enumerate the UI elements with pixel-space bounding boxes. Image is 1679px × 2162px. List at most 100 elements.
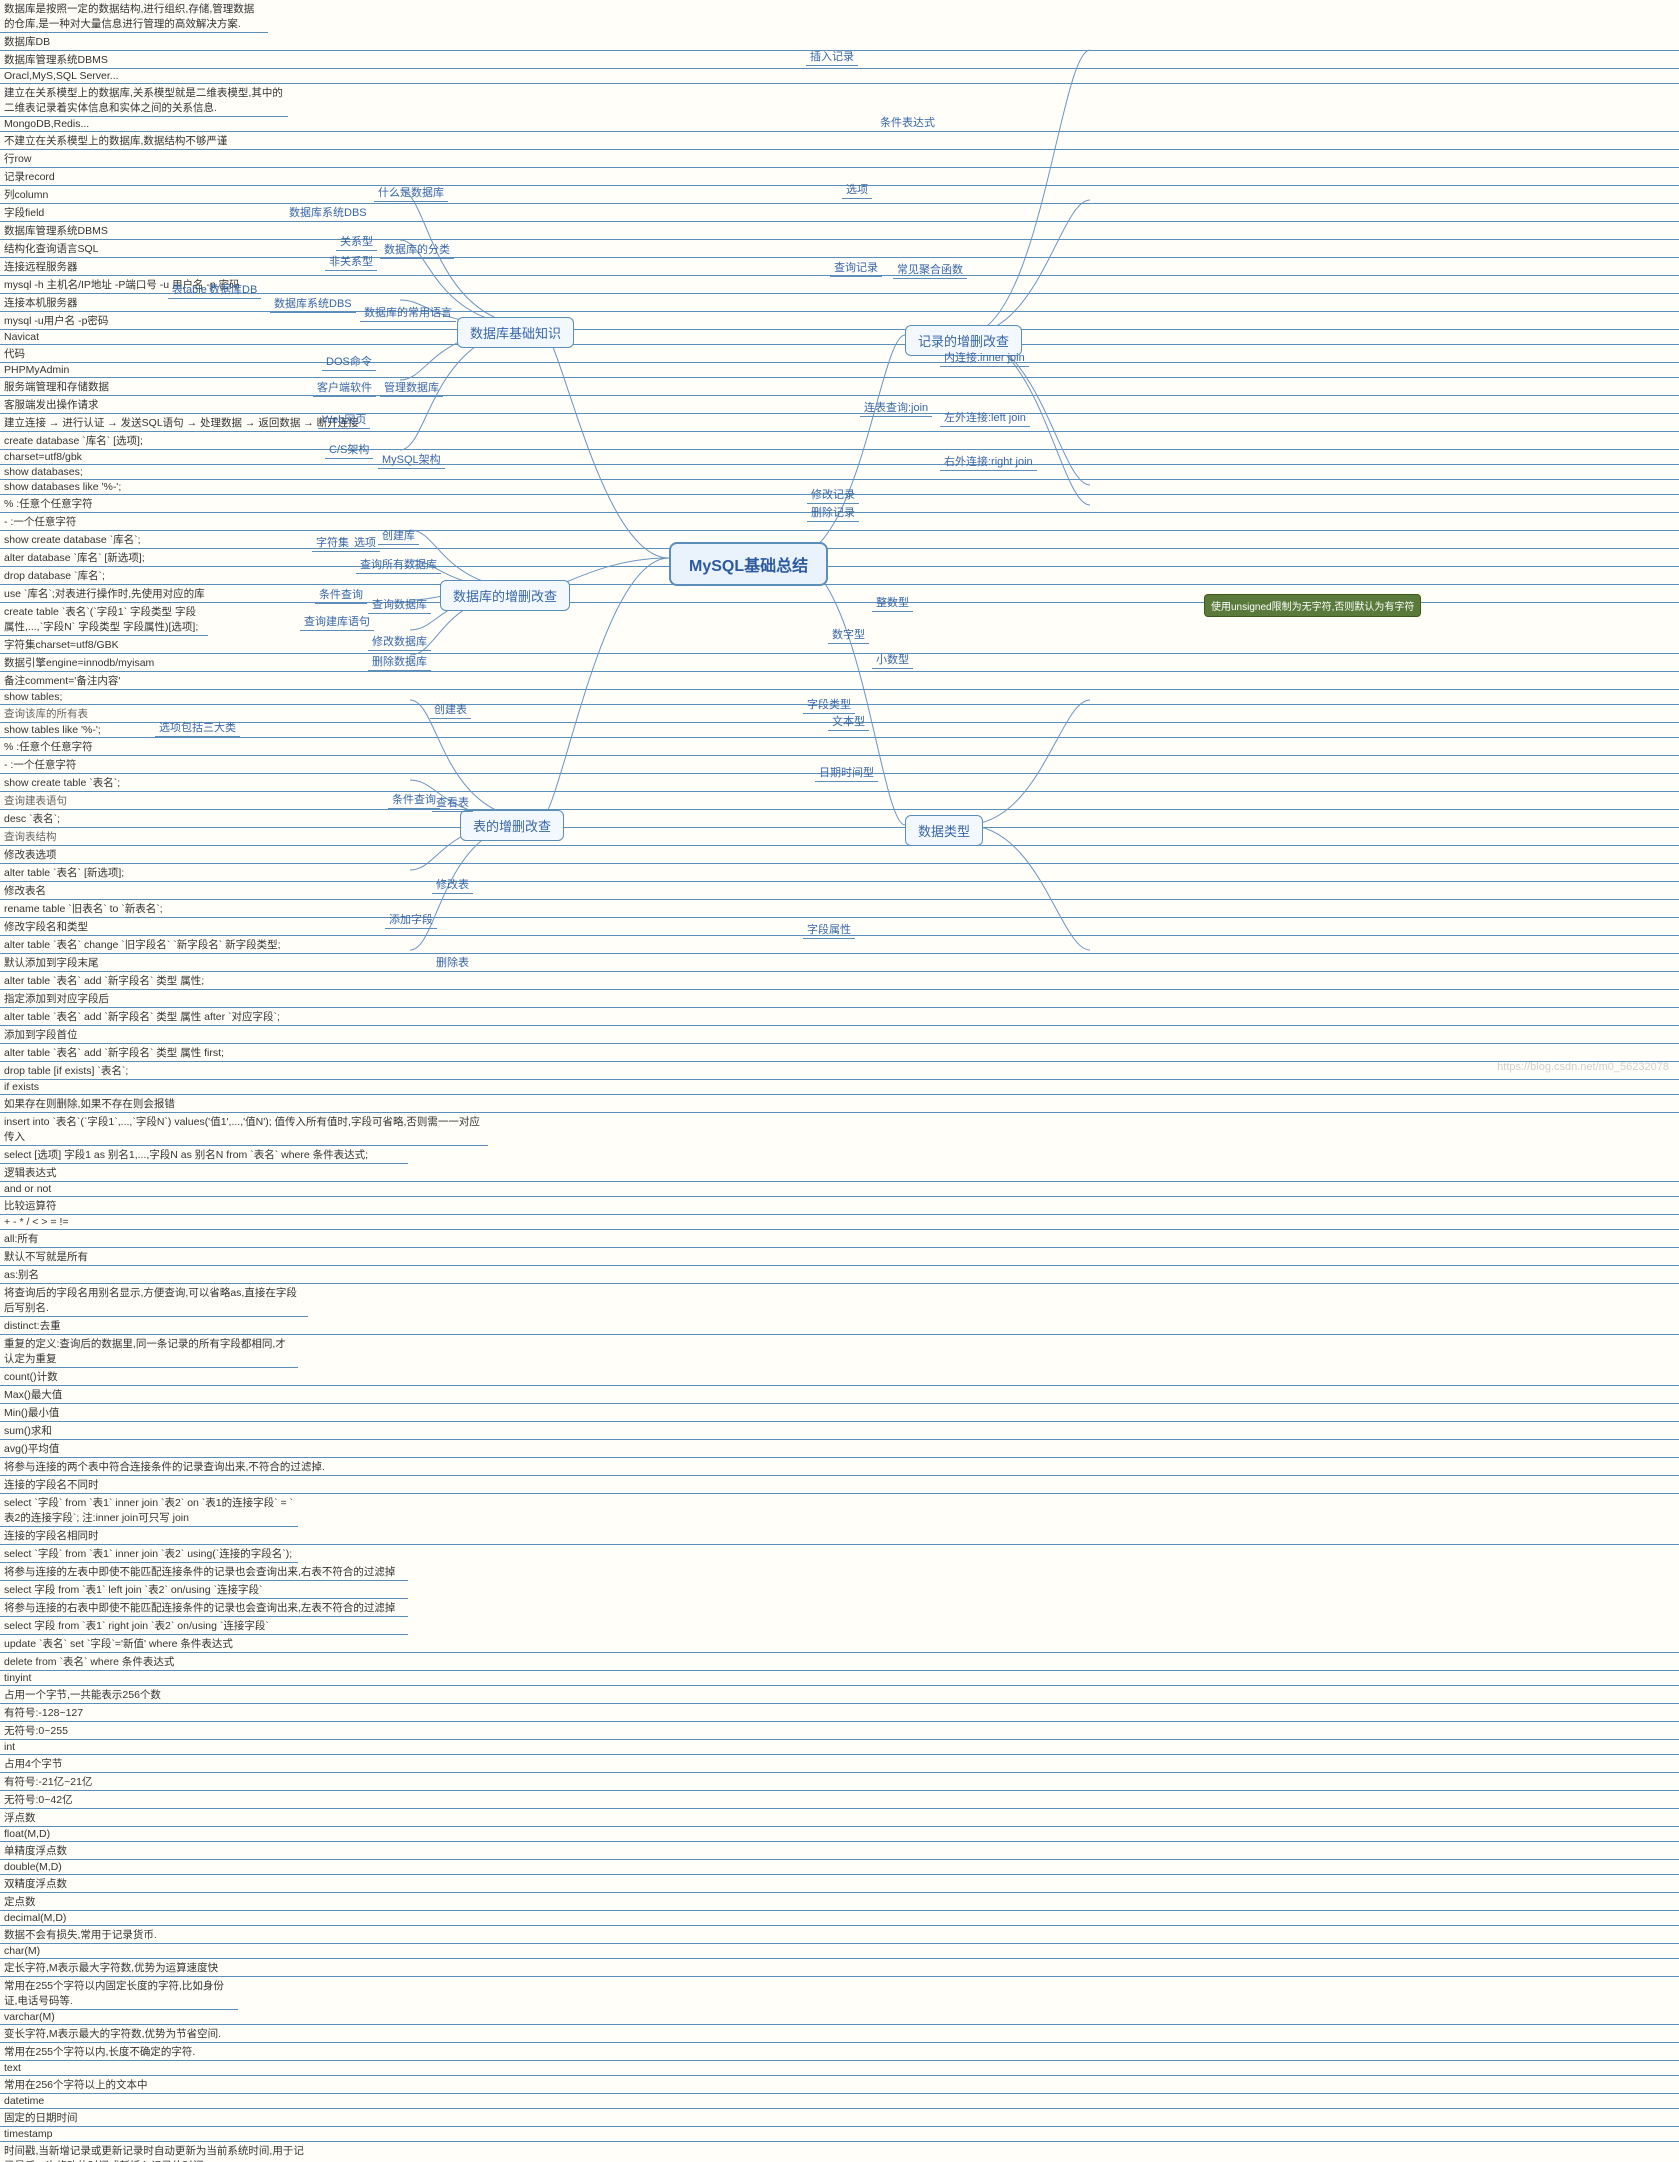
node[interactable]: 创建表 <box>430 700 471 719</box>
leaf: sum()求和 <box>0 1422 1679 1440</box>
node[interactable]: 条件查询 <box>315 585 367 604</box>
leaf: 有符号:-128~127 <box>0 1704 1679 1722</box>
node[interactable]: 关系型 <box>336 232 377 251</box>
node[interactable]: 创建库 <box>378 526 419 545</box>
leaf: Navicat <box>0 330 1679 345</box>
branch-db-crud[interactable]: 数据库的增删改查 <box>440 580 570 611</box>
node[interactable]: 查询所有数据库 <box>356 555 441 574</box>
node[interactable]: 数字型 <box>828 625 869 644</box>
leaf: datetime <box>0 2094 1679 2109</box>
node[interactable]: 条件表达式 <box>876 113 939 132</box>
leaf: 常用在255个字符以内,长度不确定的字符. <box>0 2043 1679 2061</box>
leaf: varchar(M) <box>0 2010 1679 2025</box>
node[interactable]: Web网页 <box>318 410 370 429</box>
leaf: 默认不写就是所有 <box>0 1248 1679 1266</box>
leaf: % :任意个任意字符 <box>0 738 1679 756</box>
branch-table-crud[interactable]: 表的增删改查 <box>460 810 564 841</box>
leaf: 比较运算符 <box>0 1197 1679 1215</box>
leaf: text <box>0 2061 1679 2076</box>
leaf: alter table `表名` add `新字段名` 类型 属性 first; <box>0 1044 1679 1062</box>
node[interactable]: 连表查询:join <box>860 398 932 417</box>
leaf: 指定添加到对应字段后 <box>0 990 1679 1008</box>
node[interactable]: DOS命令 <box>322 352 376 371</box>
leaf: select `字段` from `表1` inner join `表2` us… <box>0 1545 298 1563</box>
node[interactable]: 数据库的常用语言 <box>360 303 456 322</box>
node[interactable]: 左外连接:left join <box>940 408 1030 427</box>
leaf: select `字段` from `表1` inner join `表2` on… <box>0 1494 298 1527</box>
node[interactable]: 删除表 <box>432 953 473 972</box>
branch-db-basics[interactable]: 数据库基础知识 <box>457 317 574 348</box>
leaf: mysql -u用户名 -p密码 <box>0 312 1679 330</box>
leaf: rename table `旧表名` to `新表名`; <box>0 900 1679 918</box>
leaf: 客服端发出操作请求 <box>0 396 1679 414</box>
node[interactable]: 选项 <box>842 180 872 199</box>
leaf: int <box>0 1740 1679 1755</box>
leaf: 代码 <box>0 345 1679 363</box>
leaf: select 字段 from `表1` left join `表2` on/us… <box>0 1581 408 1599</box>
node[interactable]: 字段属性 <box>803 920 855 939</box>
leaf: distinct:去重 <box>0 1317 1679 1335</box>
root-node[interactable]: MySQL基础总结 <box>669 542 828 586</box>
node[interactable]: 查询记录 <box>830 258 882 277</box>
node[interactable]: 条件查询 <box>388 790 440 809</box>
leaf: 数据引擎engine=innodb/myisam <box>0 654 1679 672</box>
watermark: https://blog.csdn.net/m0_56232078 <box>1497 1061 1669 1073</box>
leaf: 结构化查询语言SQL <box>0 240 1679 258</box>
leaf: drop table [if exists] `表名`; <box>0 1062 1679 1080</box>
tip-unsigned: 使用unsigned限制为无字符,否则默认为有字符 <box>1204 594 1421 617</box>
node[interactable]: 非关系型 <box>325 252 377 271</box>
node[interactable]: 右外连接:right join <box>940 452 1037 471</box>
leaf: Max()最大值 <box>0 1386 1679 1404</box>
node[interactable]: MySQL架构 <box>378 450 445 469</box>
node[interactable]: 删除数据库 <box>368 652 431 671</box>
node[interactable]: 查询数据库 <box>368 595 431 614</box>
node[interactable]: 数据库系统DBS <box>285 203 371 222</box>
leaf: create database `库名` [选项]; <box>0 432 1679 450</box>
node[interactable]: 日期时间型 <box>815 763 878 782</box>
leaf: 建立连接 → 进行认证 → 发送SQL语句 → 处理数据 → 返回数据 → 断开… <box>0 414 1679 432</box>
branch-data-types[interactable]: 数据类型 <box>905 815 983 846</box>
node[interactable]: 小数型 <box>872 650 913 669</box>
node[interactable]: 什么是数据库 <box>374 183 448 202</box>
node[interactable]: 表table <box>168 280 211 299</box>
node[interactable]: 查询建库语句 <box>300 612 374 631</box>
leaf: all:所有 <box>0 1230 1679 1248</box>
leaf: drop database `库名`; <box>0 567 1679 585</box>
leaf: alter table `表名` add `新字段名` 类型 属性 after … <box>0 1008 1679 1026</box>
leaf: 记录record <box>0 168 1679 186</box>
node[interactable]: 文本型 <box>828 712 869 731</box>
node[interactable]: 修改数据库 <box>368 632 431 651</box>
node[interactable]: 添加字段 <box>385 910 437 929</box>
leaf: show databases; <box>0 465 1679 480</box>
node[interactable]: 客户端软件 <box>313 378 376 397</box>
node[interactable]: 删除记录 <box>807 503 859 522</box>
node[interactable]: 管理数据库 <box>380 378 443 397</box>
node[interactable]: 整数型 <box>872 593 913 612</box>
leaf: delete from `表名` where 条件表达式 <box>0 1653 1679 1671</box>
node[interactable]: 内连接:inner join <box>940 348 1029 367</box>
leaf: alter database `库名` [新选项]; <box>0 549 1679 567</box>
node[interactable]: 常见聚合函数 <box>893 260 967 279</box>
leaf: 将查询后的字段名用别名显示,方便查询,可以省略as,直接在字段后写别名. <box>0 1284 308 1317</box>
leaf: 数据库是按照一定的数据结构,进行组织,存储,管理数据的仓库,是一种对大量信息进行… <box>0 0 268 33</box>
leaf: create table `表名`(`字段1` 字段类型 字段属性,...,`字… <box>0 603 208 636</box>
node[interactable]: 修改记录 <box>807 485 859 504</box>
node[interactable]: 修改表 <box>432 875 473 894</box>
leaf: select [选项] 字段1 as 别名1,...,字段N as 别名N fr… <box>0 1146 408 1164</box>
node[interactable]: 数据库的分类 <box>380 240 454 259</box>
leaf: 修改表选项 <box>0 846 1679 864</box>
leaf: timestamp <box>0 2127 1679 2142</box>
leaf: 将参与连接的右表中即使不能匹配连接条件的记录也会查询出来,左表不符合的过滤掉 <box>0 1599 408 1617</box>
leaf: float(M,D) <box>0 1827 1679 1842</box>
leaf: 有符号:-21亿~21亿 <box>0 1773 1679 1791</box>
leaf: 数据库管理系统DBMS <box>0 222 1679 240</box>
node[interactable]: 插入记录 <box>806 47 858 66</box>
node[interactable]: 数据库DB <box>205 280 261 299</box>
leaf: 字符集 <box>312 533 353 552</box>
node[interactable]: C/S架构 <box>325 440 373 459</box>
leaf: 默认添加到字段末尾 <box>0 954 1679 972</box>
node[interactable]: 数据库系统DBS <box>270 294 356 313</box>
leaf: 添加到字段首位 <box>0 1026 1679 1044</box>
leaf: 无符号:0~255 <box>0 1722 1679 1740</box>
node[interactable]: 选项包括三大类 <box>155 718 240 737</box>
